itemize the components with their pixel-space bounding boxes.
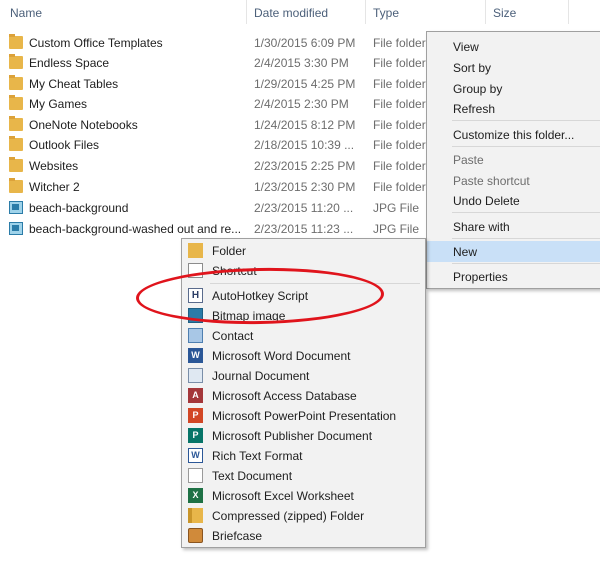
folder-icon xyxy=(9,116,23,131)
file-date: 1/30/2015 6:09 PM xyxy=(254,36,356,50)
file-date: 2/23/2015 11:20 ... xyxy=(254,201,354,215)
file-type: File folder xyxy=(373,36,426,50)
menu-item-group-by[interactable]: Group by xyxy=(427,78,600,99)
submenu-item-powerpoint-presentation[interactable]: P Microsoft PowerPoint Presentation xyxy=(182,406,427,426)
submenu-item-folder[interactable]: Folder xyxy=(182,241,427,261)
menu-item-view[interactable]: View xyxy=(427,36,600,57)
file-date: 1/24/2015 8:12 PM xyxy=(254,118,356,132)
file-type: JPG File xyxy=(373,222,420,236)
submenu-item-text-document[interactable]: Text Document xyxy=(182,466,427,486)
submenu-item-contact[interactable]: Contact xyxy=(182,326,427,346)
submenu-item-briefcase[interactable]: Briefcase xyxy=(182,526,427,546)
column-name[interactable]: Name xyxy=(10,6,42,20)
new-submenu: Folder Shortcut H AutoHotkey Script Bitm… xyxy=(181,238,426,548)
column-divider[interactable] xyxy=(365,0,366,24)
menu-separator xyxy=(452,263,600,264)
text-document-icon xyxy=(188,468,203,483)
file-name: Endless Space xyxy=(29,56,110,70)
submenu-item-journal-document[interactable]: Journal Document xyxy=(182,366,427,386)
submenu-item-bitmap-image[interactable]: Bitmap image xyxy=(182,306,427,326)
contact-icon xyxy=(188,328,203,343)
powerpoint-icon: P xyxy=(188,408,203,423)
shortcut-icon xyxy=(188,263,203,278)
file-name: Outlook Files xyxy=(29,138,100,152)
menu-item-properties[interactable]: Properties xyxy=(427,266,600,287)
folder-icon xyxy=(9,157,23,172)
column-divider[interactable] xyxy=(568,0,569,24)
context-menu: View Sort by Group by Refresh Customize … xyxy=(426,31,600,289)
publisher-icon: P xyxy=(188,428,203,443)
rtf-icon: W xyxy=(188,448,203,463)
journal-icon xyxy=(188,368,203,383)
file-date: 2/4/2015 3:30 PM xyxy=(254,56,349,70)
file-date: 1/29/2015 4:25 PM xyxy=(254,77,356,91)
menu-separator xyxy=(452,238,600,239)
file-type: File folder xyxy=(373,118,426,132)
submenu-item-excel-worksheet[interactable]: X Microsoft Excel Worksheet xyxy=(182,486,427,506)
access-icon: A xyxy=(188,388,203,403)
file-name: My Cheat Tables xyxy=(29,77,119,91)
menu-item-refresh[interactable]: Refresh xyxy=(427,98,600,119)
autohotkey-icon: H xyxy=(188,288,203,303)
submenu-item-publisher-document[interactable]: P Microsoft Publisher Document xyxy=(182,426,427,446)
file-name: beach-background xyxy=(29,201,129,215)
folder-icon xyxy=(9,136,23,151)
menu-item-paste-shortcut[interactable]: Paste shortcut xyxy=(427,170,600,191)
column-divider[interactable] xyxy=(246,0,247,24)
file-type: File folder xyxy=(373,77,426,91)
zip-folder-icon xyxy=(188,508,203,523)
file-date: 2/23/2015 11:23 ... xyxy=(254,222,354,236)
folder-icon xyxy=(9,95,23,110)
file-date: 1/23/2015 2:30 PM xyxy=(254,180,356,194)
file-name: My Games xyxy=(29,97,88,111)
submenu-item-compressed-folder[interactable]: Compressed (zipped) Folder xyxy=(182,506,427,526)
file-date: 2/18/2015 10:39 ... xyxy=(254,138,355,152)
menu-item-sort-by[interactable]: Sort by xyxy=(427,57,600,78)
excel-icon: X xyxy=(188,488,203,503)
file-date: 2/4/2015 2:30 PM xyxy=(254,97,349,111)
menu-separator xyxy=(452,146,600,147)
file-name: Witcher 2 xyxy=(29,180,80,194)
file-type: File folder xyxy=(373,97,426,111)
file-name: OneNote Notebooks xyxy=(29,118,138,132)
file-type: File folder xyxy=(373,159,426,173)
menu-item-undo-delete[interactable]: Undo Delete xyxy=(427,190,600,211)
file-type: JPG File xyxy=(373,201,420,215)
file-date: 2/23/2015 2:25 PM xyxy=(254,159,356,173)
folder-icon xyxy=(9,75,23,90)
word-icon: W xyxy=(188,348,203,363)
menu-item-share-with[interactable]: Share with xyxy=(427,216,600,237)
file-type: File folder xyxy=(373,138,426,152)
column-type[interactable]: Type xyxy=(373,6,399,20)
column-size[interactable]: Size xyxy=(493,6,516,20)
image-icon xyxy=(9,222,23,235)
submenu-item-rich-text-format[interactable]: W Rich Text Format xyxy=(182,446,427,466)
folder-icon xyxy=(9,34,23,49)
menu-item-new[interactable]: New xyxy=(427,241,600,262)
folder-icon xyxy=(9,178,23,193)
menu-separator xyxy=(452,212,600,213)
file-name: beach-background-washed out and re... xyxy=(29,222,242,236)
menu-separator xyxy=(210,283,420,284)
submenu-item-shortcut[interactable]: Shortcut xyxy=(182,261,427,281)
file-name: Custom Office Templates xyxy=(29,36,163,50)
folder-icon xyxy=(188,243,203,258)
file-name: Websites xyxy=(29,159,79,173)
menu-item-paste[interactable]: Paste xyxy=(427,149,600,170)
submenu-item-access-database[interactable]: A Microsoft Access Database xyxy=(182,386,427,406)
image-icon xyxy=(9,201,23,214)
submenu-item-autohotkey-script[interactable]: H AutoHotkey Script xyxy=(182,286,427,306)
file-type: File folder xyxy=(373,56,426,70)
column-header: Name Date modified Type Size xyxy=(0,0,600,26)
bitmap-icon xyxy=(188,308,203,323)
submenu-item-word-document[interactable]: W Microsoft Word Document xyxy=(182,346,427,366)
column-divider[interactable] xyxy=(485,0,486,24)
file-type: File folder xyxy=(373,180,426,194)
menu-separator xyxy=(452,120,600,121)
folder-icon xyxy=(9,54,23,69)
column-date-modified[interactable]: Date modified xyxy=(254,6,328,20)
briefcase-icon xyxy=(188,528,203,543)
menu-item-customize-folder[interactable]: Customize this folder... xyxy=(427,124,600,145)
